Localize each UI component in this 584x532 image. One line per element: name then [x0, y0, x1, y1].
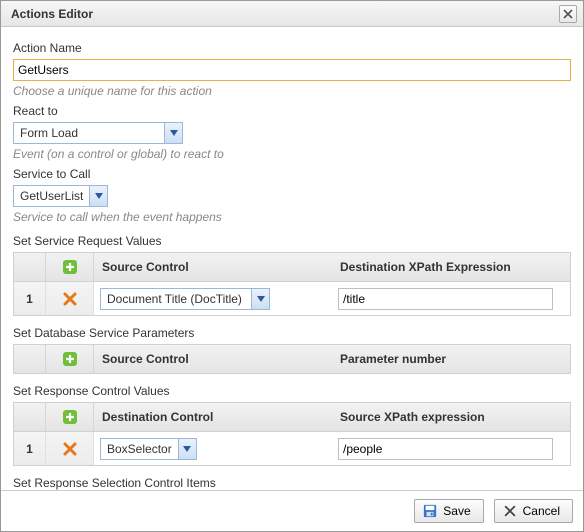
action-name-help: Choose a unique name for this action — [13, 84, 571, 98]
cancel-label: Cancel — [523, 504, 560, 518]
add-icon[interactable] — [62, 409, 78, 425]
delete-icon[interactable] — [62, 291, 78, 307]
response-col-a: Destination Control — [94, 410, 332, 424]
response-section-title: Set Response Control Values — [13, 384, 571, 398]
chevron-down-icon — [95, 193, 103, 199]
db-section-title: Set Database Service Parameters — [13, 326, 571, 340]
source-control-select[interactable]: Document Title (DocTitle) — [100, 288, 270, 310]
dropdown-button[interactable] — [164, 123, 182, 143]
service-help: Service to call when the event happens — [13, 210, 571, 224]
row-number: 1 — [14, 432, 46, 465]
close-icon — [563, 9, 573, 19]
chevron-down-icon — [170, 130, 178, 136]
footer: Save Cancel — [1, 490, 583, 531]
service-value: GetUserList — [14, 189, 89, 203]
dropdown-button[interactable] — [178, 439, 196, 459]
service-label: Service to Call — [13, 167, 571, 181]
service-select[interactable]: GetUserList — [13, 185, 108, 207]
source-xpath-input[interactable] — [338, 438, 553, 460]
db-col-a: Source Control — [94, 352, 332, 366]
save-button[interactable]: Save — [414, 499, 483, 523]
add-icon[interactable] — [62, 259, 78, 275]
action-name-input[interactable] — [13, 59, 571, 81]
react-to-label: React to — [13, 104, 571, 118]
save-icon — [423, 504, 437, 518]
dropdown-button[interactable] — [89, 186, 107, 206]
dropdown-button[interactable] — [251, 289, 269, 309]
response-col-b: Source XPath expression — [332, 410, 570, 424]
add-icon[interactable] — [62, 351, 78, 367]
cancel-icon — [503, 504, 517, 518]
request-col-b: Destination XPath Expression — [332, 260, 570, 274]
react-to-help: Event (on a control or global) to react … — [13, 147, 571, 161]
save-label: Save — [443, 504, 470, 518]
selection-section-title: Set Response Selection Control Items — [13, 476, 571, 490]
table-row: 1 Document Title (DocTitle) — [13, 282, 571, 316]
db-grid-header: Source Control Parameter number — [13, 344, 571, 374]
destination-xpath-input[interactable] — [338, 288, 553, 310]
close-button[interactable] — [559, 5, 577, 23]
request-section-title: Set Service Request Values — [13, 234, 571, 248]
window-title: Actions Editor — [11, 7, 93, 21]
action-name-label: Action Name — [13, 41, 571, 55]
editor-body: Action Name Choose a unique name for thi… — [1, 27, 583, 490]
cancel-button[interactable]: Cancel — [494, 499, 573, 523]
request-col-a: Source Control — [94, 260, 332, 274]
destination-control-value: BoxSelector — [101, 442, 178, 456]
db-col-b: Parameter number — [332, 352, 570, 366]
chevron-down-icon — [257, 296, 265, 302]
response-grid-header: Destination Control Source XPath express… — [13, 402, 571, 432]
table-row: 1 BoxSelector — [13, 432, 571, 466]
react-to-value: Form Load — [14, 126, 164, 140]
chevron-down-icon — [183, 446, 191, 452]
destination-control-select[interactable]: BoxSelector — [100, 438, 197, 460]
titlebar: Actions Editor — [1, 1, 583, 27]
request-grid-header: Source Control Destination XPath Express… — [13, 252, 571, 282]
actions-editor-window: Actions Editor Action Name Choose a uniq… — [0, 0, 584, 532]
delete-icon[interactable] — [62, 441, 78, 457]
react-to-select[interactable]: Form Load — [13, 122, 183, 144]
source-control-value: Document Title (DocTitle) — [101, 292, 251, 306]
row-number: 1 — [14, 282, 46, 315]
